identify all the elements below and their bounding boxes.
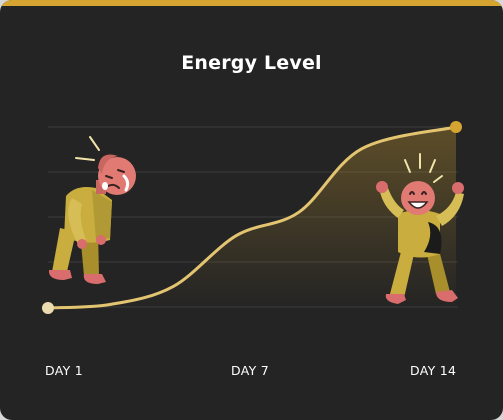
x-tick-label-day-1: DAY 1: [45, 363, 84, 378]
start-point: [42, 302, 54, 314]
energy-line-chart: [42, 121, 464, 314]
x-tick-label-day-14: DAY 14: [410, 363, 457, 378]
end-point: [450, 121, 462, 133]
energy-chart-card: Energy Level DAY 1 DAY 7 DAY 14: [0, 0, 503, 420]
x-tick-label-day-7: DAY 7: [231, 363, 270, 378]
